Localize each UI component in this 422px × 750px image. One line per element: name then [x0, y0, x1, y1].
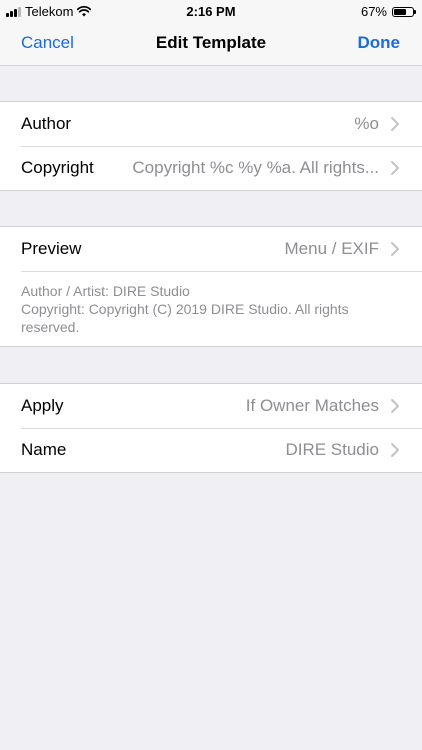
apply-value: If Owner Matches — [245, 396, 379, 415]
battery-fill — [394, 8, 407, 15]
name-row[interactable]: Name DIRE Studio — [0, 428, 422, 472]
author-value: %o — [354, 114, 379, 133]
apply-group: Apply If Owner Matches Name DIRE Studio — [0, 383, 422, 473]
copyright-label: Copyright — [21, 158, 94, 177]
status-bar-right: 67% — [360, 4, 416, 19]
navigation-bar: Cancel Edit Template Done — [0, 22, 422, 66]
done-button[interactable]: Done — [358, 33, 401, 53]
chevron-right-icon — [391, 242, 399, 256]
status-time: 2:16 PM — [186, 4, 236, 19]
copyright-value: Copyright %c %y %a. All rights... — [132, 158, 379, 177]
chevron-right-icon — [391, 399, 399, 413]
preview-text: Author / Artist: DIRE Studio Copyright: … — [0, 271, 422, 346]
chevron-right-icon — [391, 161, 399, 175]
metadata-group: Author %o Copyright Copyright %c %y %a. … — [0, 101, 422, 191]
chevron-right-icon — [391, 443, 399, 457]
preview-value: Menu / EXIF — [284, 239, 379, 258]
preview-group: Preview Menu / EXIF Author / Artist: DIR… — [0, 226, 422, 347]
preview-label: Preview — [21, 239, 82, 258]
preview-row[interactable]: Preview Menu / EXIF — [0, 227, 422, 271]
preview-copyright-line: Copyright: Copyright (C) 2019 DIRE Studi… — [21, 301, 349, 335]
name-value: DIRE Studio — [285, 440, 379, 459]
author-label: Author — [21, 114, 72, 133]
apply-row[interactable]: Apply If Owner Matches — [0, 384, 422, 428]
name-label: Name — [21, 440, 67, 459]
preview-author-line: Author / Artist: DIRE Studio — [21, 283, 190, 299]
apply-label: Apply — [21, 396, 64, 415]
author-row[interactable]: Author %o — [0, 102, 422, 146]
copyright-row[interactable]: Copyright Copyright %c %y %a. All rights… — [0, 146, 422, 190]
status-bar: Telekom 2:16 PM 67% — [0, 0, 422, 22]
battery-percent: 67% — [360, 4, 387, 19]
chevron-right-icon — [391, 117, 399, 131]
battery-icon — [392, 6, 416, 17]
